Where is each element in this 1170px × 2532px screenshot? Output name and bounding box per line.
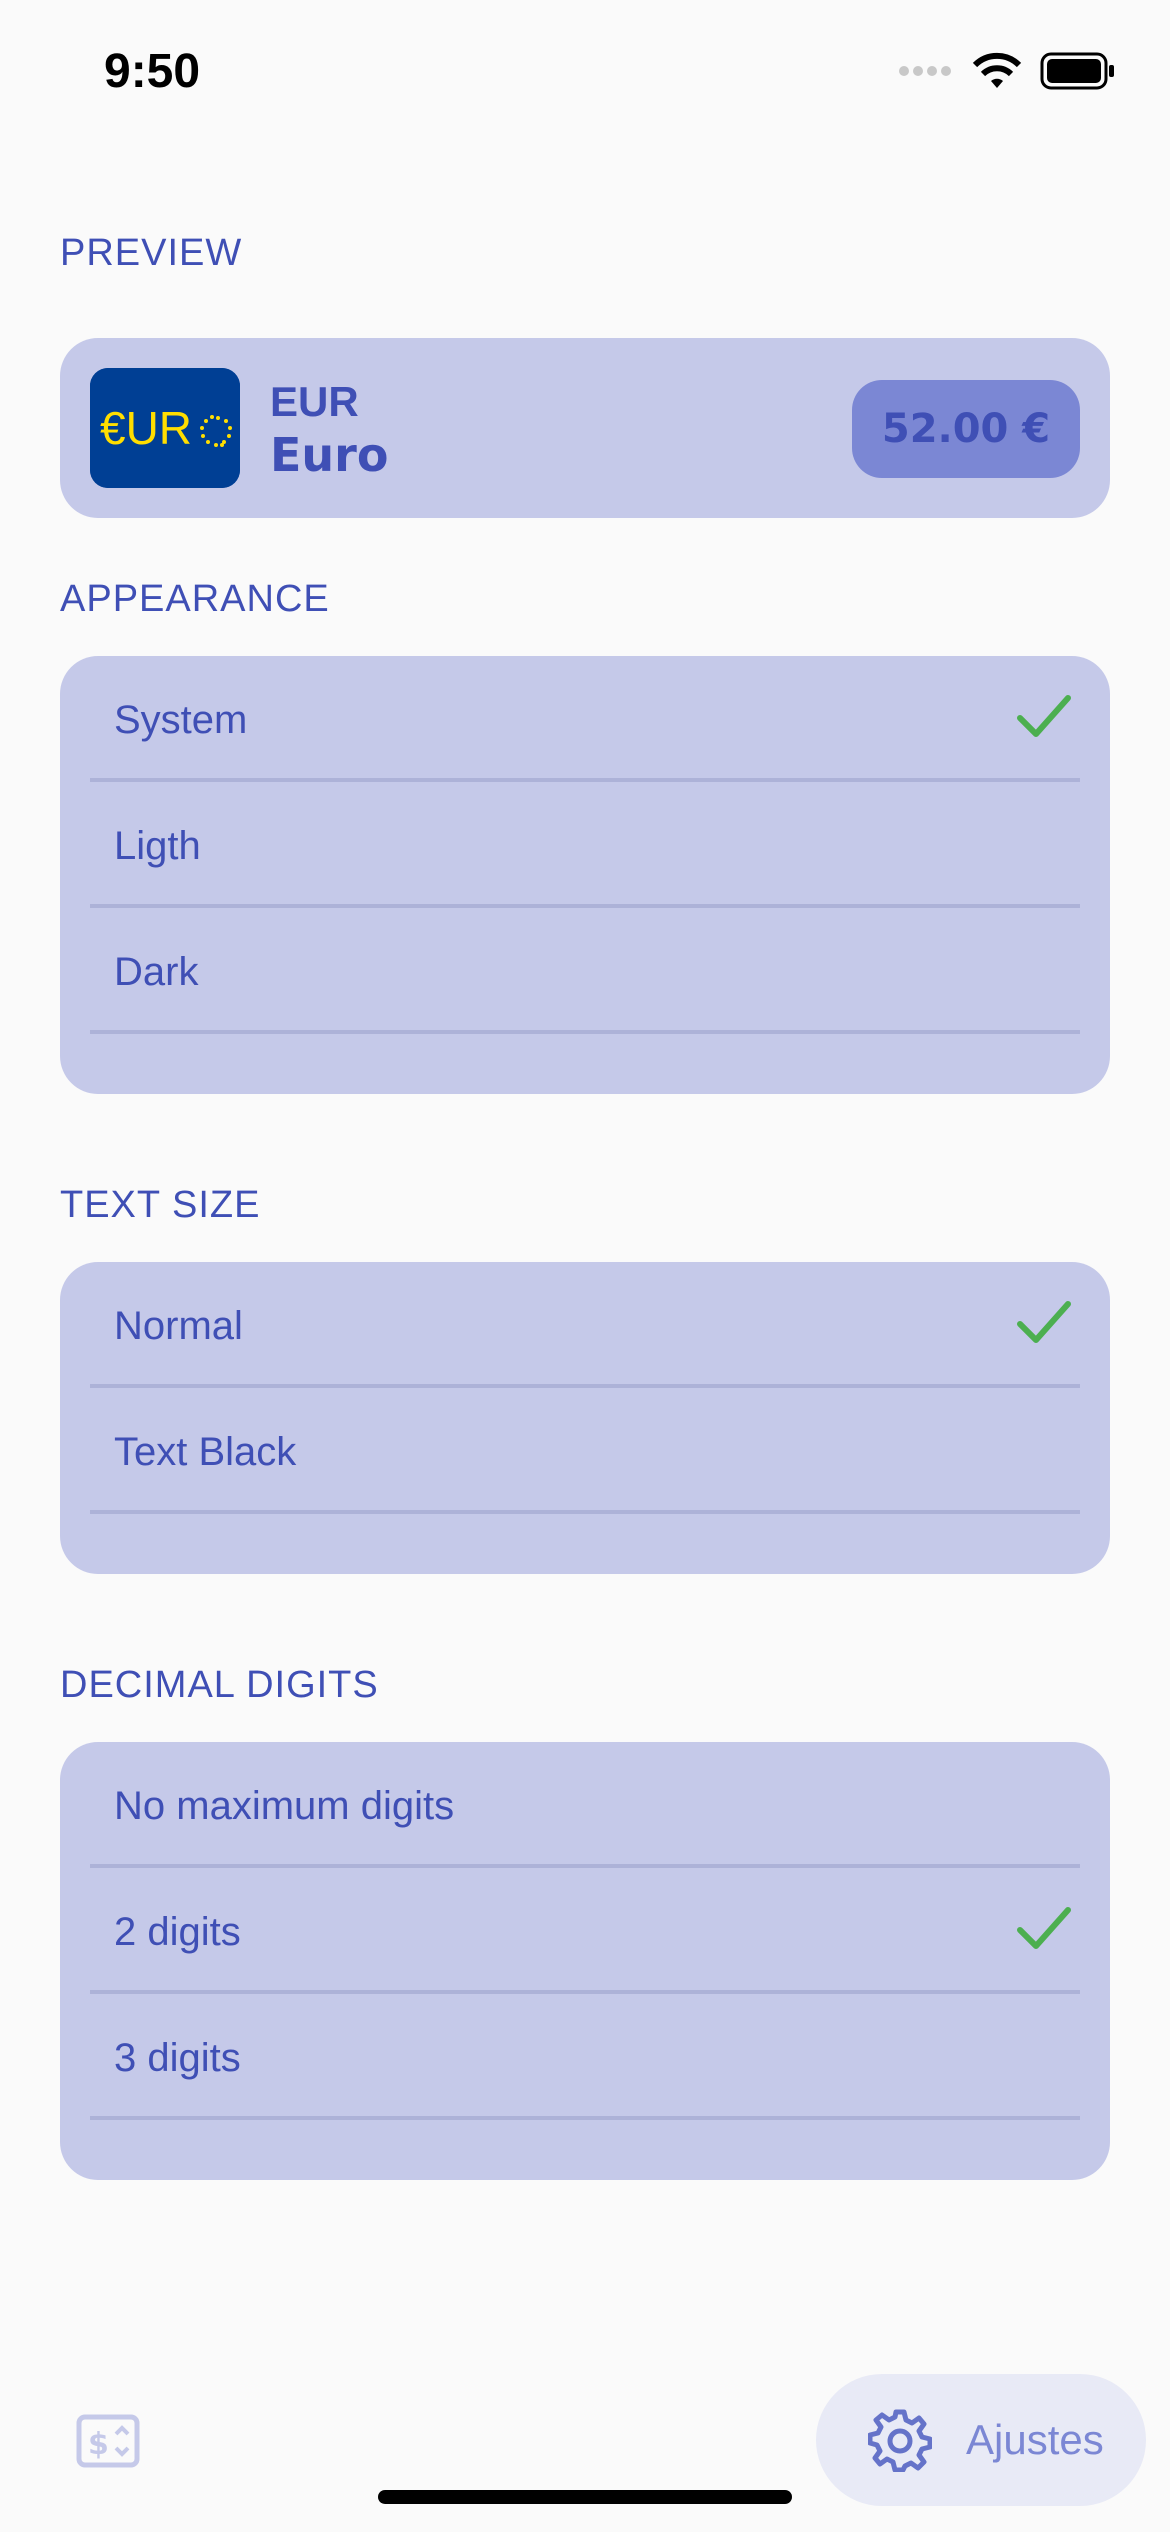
option-label: Text Black xyxy=(114,1430,297,1474)
appearance-option-system[interactable]: System xyxy=(90,656,1080,782)
currency-name: Euro xyxy=(270,428,389,482)
appearance-option-dark[interactable]: Dark xyxy=(90,908,1080,1034)
decimal-option-3-digits[interactable]: 3 digits xyxy=(90,1994,1080,2120)
option-label: Dark xyxy=(114,950,199,994)
status-bar: 9:50 xyxy=(0,0,1170,150)
currency-converter-icon[interactable]: $ xyxy=(76,2414,140,2468)
decimal-digits-section-title: DECIMAL DIGITS xyxy=(60,1664,379,1706)
option-label: Ligth xyxy=(114,824,201,868)
currency-code: EUR xyxy=(270,378,359,425)
option-label: Normal xyxy=(114,1304,243,1348)
status-icons xyxy=(898,52,1116,90)
gear-icon xyxy=(868,2409,932,2472)
appearance-card: System Ligth Dark xyxy=(60,656,1110,1094)
home-indicator[interactable] xyxy=(378,2490,792,2504)
text-size-card: Normal Text Black xyxy=(60,1262,1110,1574)
amount-badge: 52.00 € xyxy=(852,380,1080,478)
preview-card: €UR EUR Euro 52.00 € xyxy=(60,338,1110,518)
option-label: 2 digits xyxy=(114,1910,241,1954)
preview-section-title: PREVIEW xyxy=(60,232,243,274)
text-size-section-title: TEXT SIZE xyxy=(60,1184,261,1226)
decimal-option-2-digits[interactable]: 2 digits xyxy=(90,1868,1080,1994)
option-label: No maximum digits xyxy=(114,1784,455,1828)
wifi-icon xyxy=(972,52,1022,88)
svg-text:€UR: €UR xyxy=(100,402,192,454)
decimal-digits-card: No maximum digits 2 digits 3 digits xyxy=(60,1742,1110,2180)
settings-tab-button[interactable]: Ajustes xyxy=(816,2374,1146,2506)
text-size-option-normal[interactable]: Normal xyxy=(90,1262,1080,1388)
svg-text:$: $ xyxy=(88,2427,109,2462)
settings-tab-label: Ajustes xyxy=(966,2416,1104,2463)
appearance-section-title: APPEARANCE xyxy=(60,578,330,620)
checkmark-icon xyxy=(1017,1907,1071,1949)
option-label: System xyxy=(114,698,248,742)
battery-icon xyxy=(1040,52,1114,90)
checkmark-icon xyxy=(1017,1301,1071,1343)
euro-flag-image: €UR xyxy=(90,368,240,488)
text-size-option-black[interactable]: Text Black xyxy=(90,1388,1080,1514)
option-label: 3 digits xyxy=(114,2036,241,2080)
status-time: 9:50 xyxy=(104,45,201,98)
signal-icon xyxy=(899,66,951,76)
decimal-option-no-max[interactable]: No maximum digits xyxy=(90,1742,1080,1868)
appearance-option-light[interactable]: Ligth xyxy=(90,782,1080,908)
checkmark-icon xyxy=(1017,695,1071,737)
